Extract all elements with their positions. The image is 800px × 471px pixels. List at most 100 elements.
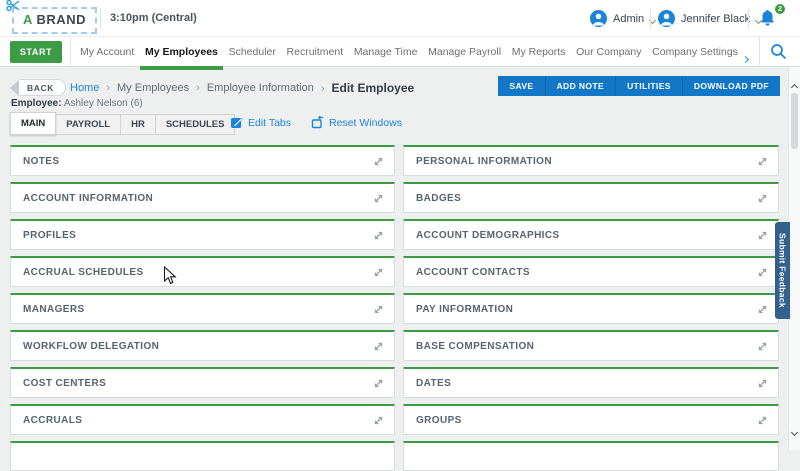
toolbar-action-button[interactable]: DOWNLOAD PDF bbox=[683, 76, 780, 96]
expand-icon[interactable] bbox=[373, 230, 384, 241]
admin-label: Admin bbox=[613, 13, 644, 25]
scissors-icon bbox=[6, 0, 21, 17]
breadcrumb-item[interactable]: Edit Employee bbox=[321, 81, 414, 95]
tab-label: MAIN bbox=[21, 118, 45, 129]
expand-icon[interactable] bbox=[757, 267, 768, 278]
divider bbox=[70, 37, 71, 66]
edit-tabs-button[interactable]: Edit Tabs bbox=[230, 116, 291, 129]
nav-overflow-chevron-icon[interactable] bbox=[743, 49, 748, 67]
expand-icon[interactable] bbox=[757, 193, 768, 204]
toolbar-action-button[interactable]: SAVE bbox=[498, 76, 545, 96]
brand-logo-text: A BRAND bbox=[23, 12, 86, 27]
breadcrumb-item[interactable]: My Employees bbox=[106, 82, 189, 94]
breadcrumb-item[interactable]: Employee Information bbox=[196, 82, 314, 94]
nav-item[interactable]: Recruitment bbox=[287, 37, 344, 66]
divider bbox=[100, 8, 101, 29]
nav-item[interactable]: My Employees bbox=[145, 37, 218, 66]
panel-card: WORKFLOW DELEGATION bbox=[10, 330, 395, 361]
panel-column-right: PERSONAL INFORMATION BADGES ACCOUNT DEMO… bbox=[403, 145, 779, 435]
expand-icon[interactable] bbox=[373, 378, 384, 389]
nav-item[interactable]: Scheduler bbox=[229, 37, 276, 66]
panel-card: ACCRUALS bbox=[10, 404, 395, 435]
edit-pencil-icon bbox=[230, 116, 243, 129]
tab[interactable]: HR bbox=[121, 114, 156, 135]
brand-logo[interactable]: A BRAND bbox=[12, 7, 97, 34]
tab-strip: MAIN PAYROLL HR SCHEDULES bbox=[10, 112, 235, 135]
panel-card: BADGES bbox=[403, 182, 779, 213]
expand-icon[interactable] bbox=[373, 304, 384, 315]
expand-icon[interactable] bbox=[373, 156, 384, 167]
divider bbox=[759, 37, 760, 66]
expand-icon[interactable] bbox=[757, 304, 768, 315]
nav-item[interactable]: Our Company bbox=[576, 37, 641, 66]
scroll-down-arrow[interactable] bbox=[792, 422, 797, 440]
admin-menu[interactable]: Admin bbox=[590, 0, 655, 37]
expand-icon[interactable] bbox=[757, 378, 768, 389]
start-button[interactable]: START bbox=[10, 41, 62, 63]
panel-title: WORKFLOW DELEGATION bbox=[23, 341, 159, 352]
nav-item[interactable]: My Reports bbox=[512, 37, 566, 66]
expand-icon[interactable] bbox=[757, 341, 768, 352]
main-navbar: START My Account My Employees Scheduler Rec… bbox=[0, 37, 800, 67]
user-name: Jennifer Black bbox=[681, 13, 750, 25]
nav-item[interactable]: Manage Payroll bbox=[428, 37, 501, 66]
employee-context: Employee: Ashley Nelson (6) bbox=[11, 98, 143, 109]
notification-badge: 2 bbox=[774, 3, 786, 15]
nav-item-label: My Reports bbox=[512, 46, 566, 58]
reset-windows-icon bbox=[311, 116, 324, 129]
nav-item-label: Company Settings bbox=[652, 46, 738, 58]
panel-title: BASE COMPENSATION bbox=[416, 341, 534, 352]
panel-card: ACCOUNT INFORMATION bbox=[10, 182, 395, 213]
panel-title: ACCOUNT DEMOGRAPHICS bbox=[416, 230, 560, 241]
tab-label: PAYROLL bbox=[66, 119, 110, 130]
tab[interactable]: PAYROLL bbox=[56, 114, 121, 135]
toolbar-actions: SAVEADD NOTEUTILITIESDOWNLOAD PDF bbox=[498, 76, 780, 96]
panel-card: NOTES bbox=[10, 145, 395, 176]
reset-windows-button[interactable]: Reset Windows bbox=[311, 116, 402, 129]
nav-item[interactable]: Manage Time bbox=[354, 37, 418, 66]
tab-label: SCHEDULES bbox=[166, 119, 225, 130]
panel-card-partial bbox=[10, 441, 395, 471]
admin-avatar bbox=[590, 10, 607, 27]
expand-icon[interactable] bbox=[373, 415, 384, 426]
scrollbar-thumb[interactable] bbox=[791, 93, 798, 149]
top-bar: A BRAND 3:10pm (Central) Admin Jennifer … bbox=[0, 0, 800, 37]
panel-title: ACCOUNT CONTACTS bbox=[416, 267, 530, 278]
toolbar-action-button[interactable]: ADD NOTE bbox=[546, 76, 617, 96]
back-arrow-icon bbox=[10, 80, 19, 96]
panel-card: PAY INFORMATION bbox=[403, 293, 779, 324]
panel-card: ACCOUNT DEMOGRAPHICS bbox=[403, 219, 779, 250]
expand-icon[interactable] bbox=[757, 415, 768, 426]
nav-item-label: Manage Time bbox=[354, 46, 418, 58]
nav-item[interactable]: Company Settings bbox=[652, 37, 738, 66]
submit-feedback-tab[interactable]: Submit Feedback bbox=[775, 222, 790, 319]
panel-title: GROUPS bbox=[416, 415, 462, 426]
panel-title: PERSONAL INFORMATION bbox=[416, 156, 552, 167]
tab[interactable]: MAIN bbox=[10, 112, 56, 135]
user-avatar bbox=[658, 10, 675, 27]
nav-item-label: Our Company bbox=[576, 46, 641, 58]
tab[interactable]: SCHEDULES bbox=[156, 114, 236, 135]
expand-icon[interactable] bbox=[373, 193, 384, 204]
expand-icon[interactable] bbox=[757, 230, 768, 241]
expand-icon[interactable] bbox=[373, 267, 384, 278]
panel-column-left: NOTES ACCOUNT INFORMATION PROFILES ACCRU… bbox=[10, 145, 395, 435]
expand-icon[interactable] bbox=[757, 156, 768, 167]
divider bbox=[748, 8, 749, 29]
panel-title: COST CENTERS bbox=[23, 378, 106, 389]
panel-title: PAY INFORMATION bbox=[416, 304, 513, 315]
panel-card: PERSONAL INFORMATION bbox=[403, 145, 779, 176]
panel-title: NOTES bbox=[23, 156, 59, 167]
nav-item[interactable]: My Account bbox=[80, 37, 134, 66]
user-menu[interactable]: Jennifer Black bbox=[658, 0, 761, 37]
panel-card: DATES bbox=[403, 367, 779, 398]
expand-icon[interactable] bbox=[373, 341, 384, 352]
notifications-bell-icon[interactable]: 2 bbox=[758, 8, 784, 32]
main-nav: My Account My Employees Scheduler Recruitme… bbox=[80, 37, 738, 66]
back-button[interactable]: BACK bbox=[10, 79, 66, 96]
panel-title: ACCOUNT INFORMATION bbox=[23, 193, 153, 204]
breadcrumb-item[interactable]: Home bbox=[70, 82, 99, 94]
employee-name: Ashley Nelson (6) bbox=[64, 98, 143, 109]
toolbar-action-button[interactable]: UTILITIES bbox=[616, 76, 683, 96]
search-icon[interactable] bbox=[770, 43, 792, 61]
